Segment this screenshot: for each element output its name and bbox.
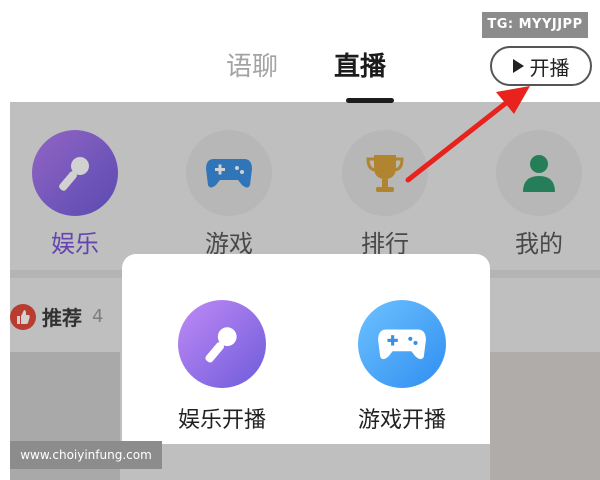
option-label: 游戏开播 <box>357 408 446 433</box>
game-live-option[interactable]: 游戏开播 <box>342 300 462 434</box>
top-nav-bar: 语聊 直播 开播 <box>10 42 600 103</box>
start-live-label: 开播 <box>529 55 570 80</box>
microphone-icon <box>178 300 266 388</box>
gamepad-icon <box>358 300 446 388</box>
start-live-button[interactable]: 开播 <box>490 46 592 86</box>
start-live-sheet: 娱乐开播 游戏开播 <box>122 254 490 444</box>
url-watermark: www.choiyinfung.com <box>10 441 162 469</box>
tab-voice-chat[interactable]: 语聊 <box>226 46 278 83</box>
option-label: 娱乐开播 <box>177 408 266 433</box>
entertainment-live-option[interactable]: 娱乐开播 <box>162 300 282 434</box>
active-tab-indicator <box>346 98 394 103</box>
tab-live[interactable]: 直播 <box>334 46 386 83</box>
play-icon <box>512 59 524 73</box>
tg-watermark: TG: MYYJJPP <box>482 12 588 38</box>
